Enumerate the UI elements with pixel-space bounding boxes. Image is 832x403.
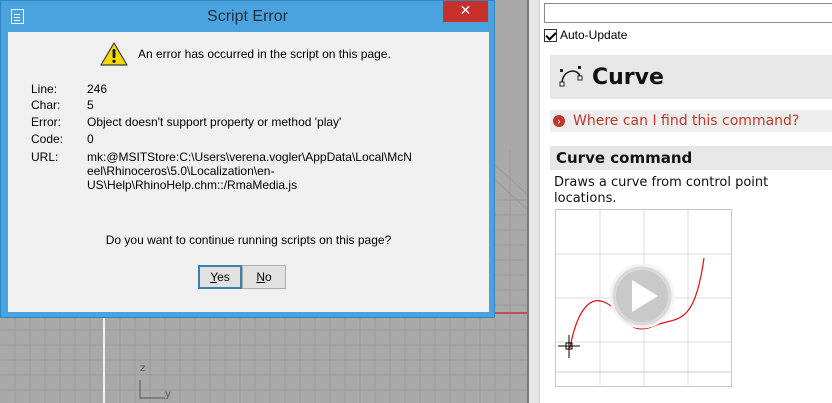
yes-button[interactable]: Yes (198, 265, 242, 289)
field-url-label: URL: (31, 150, 59, 164)
info-bullet-icon: › (553, 115, 565, 127)
auto-update-checkbox[interactable] (544, 28, 557, 42)
where-to-find-link[interactable]: › Where can I find this command? (550, 110, 832, 132)
screen: z y Auto-Update Curve › Where can I find… (0, 0, 832, 403)
url-line-3: US\Help\RhinoHelp.chm::/RmaMedia.js (87, 178, 298, 192)
section-title: Curve command (556, 149, 693, 167)
curve-icon (559, 66, 583, 87)
field-char-label: Char: (31, 98, 61, 112)
command-help-panel: Auto-Update Curve › Where can I find thi… (539, 0, 832, 403)
field-url-value: mk:@MSITStore:C:\Users\verena.vogler\App… (87, 150, 417, 192)
crosshair-icon (558, 335, 580, 358)
field-line-label: Line: (31, 82, 58, 96)
auto-update-label: Auto-Update (560, 28, 628, 42)
play-icon (609, 263, 675, 329)
dialog-title-bar[interactable]: Script Error ✕ (1, 1, 494, 32)
url-line-1: mk:@MSITStore:C:\Users\verena.vogler\App… (87, 150, 412, 164)
field-line-value: 246 (87, 82, 108, 96)
script-error-dialog: Script Error ✕ An error has occurred in … (0, 0, 495, 318)
command-header: Curve (550, 55, 832, 99)
axis-z-label: z (140, 363, 146, 374)
warning-icon (100, 42, 128, 66)
section-header: Curve command (550, 146, 832, 170)
field-code-value: 0 (87, 132, 94, 146)
demo-video[interactable] (555, 209, 732, 387)
field-error-label: Error: (31, 115, 61, 129)
where-to-find-text[interactable]: Where can I find this command? (573, 113, 799, 129)
no-button[interactable]: No (242, 265, 286, 289)
field-char-value: 5 (87, 98, 94, 112)
command-search-input[interactable] (544, 3, 832, 23)
error-message-row: An error has occurred in the script on t… (100, 41, 391, 67)
command-title: Curve (592, 64, 664, 90)
continue-question: Do you want to continue running scripts … (105, 233, 392, 247)
url-line-2: eel\Rhinoceros\5.0\Localization\en- (87, 164, 275, 178)
close-button[interactable]: ✕ (443, 1, 488, 22)
dialog-body: An error has occurred in the script on t… (8, 32, 489, 312)
command-description: Draws a curve from control point locatio… (554, 175, 769, 206)
axis-y-label: y (165, 389, 171, 400)
dialog-title: Script Error (207, 8, 288, 25)
field-error-value: Object doesn't support property or metho… (87, 115, 342, 129)
auto-update-toggle[interactable]: Auto-Update (544, 28, 627, 42)
panel-splitter[interactable] (529, 0, 539, 403)
error-message: An error has occurred in the script on t… (138, 47, 391, 61)
demo-video-frame (556, 210, 731, 386)
field-code-label: Code: (31, 132, 64, 146)
